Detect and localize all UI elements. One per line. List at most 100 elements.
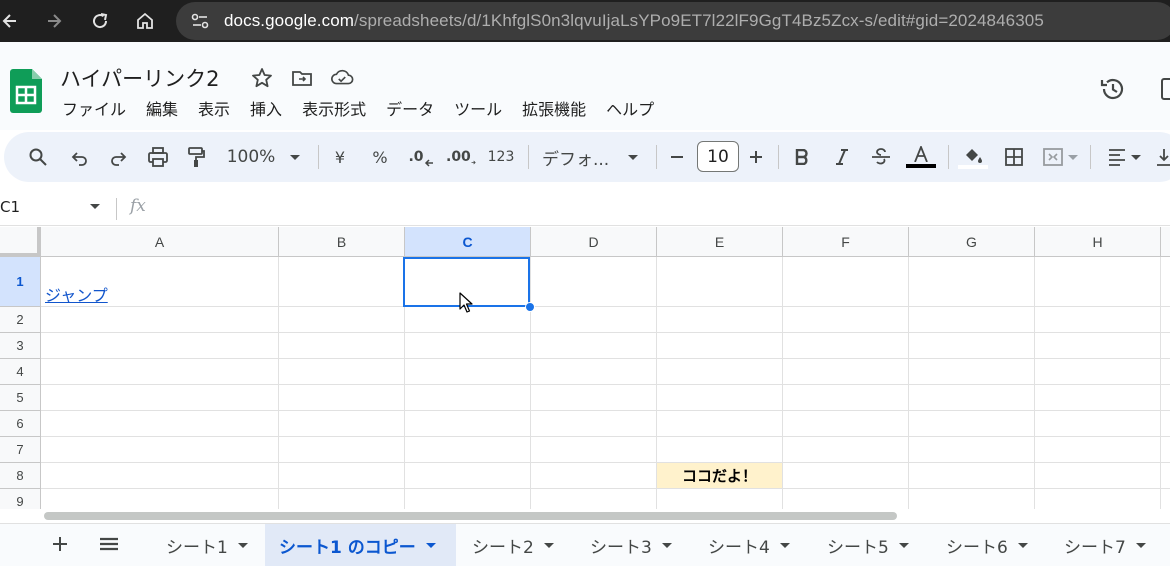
currency-format-button[interactable]: ¥ — [330, 132, 350, 182]
row-header-2[interactable]: 2 — [0, 307, 41, 333]
comments-icon[interactable] — [1160, 76, 1170, 102]
zoom-chevron-down-icon[interactable] — [288, 132, 302, 182]
star-icon[interactable] — [250, 66, 274, 90]
paint-format-icon[interactable] — [184, 132, 208, 182]
text-color-swatch — [906, 164, 936, 168]
merge-chevron-down-icon[interactable] — [1068, 154, 1078, 160]
more-formats-button[interactable]: 123 — [486, 132, 516, 182]
column-header-d[interactable]: D — [531, 227, 657, 257]
row-header-7[interactable]: 7 — [0, 437, 41, 463]
select-all-corner[interactable] — [0, 227, 41, 257]
sheet-tab-1[interactable]: シート1 — [152, 524, 262, 566]
percent-format-button[interactable]: % — [370, 132, 390, 182]
move-folder-icon[interactable] — [290, 66, 314, 90]
merge-cells-icon[interactable] — [1040, 132, 1080, 182]
row-header-8[interactable]: 8 — [0, 463, 41, 489]
menu-edit[interactable]: 編集 — [136, 94, 188, 122]
sheet-tab-active[interactable]: シート1 のコピー — [265, 524, 456, 566]
document-title[interactable]: ハイパーリンク2 — [60, 63, 220, 93]
name-box[interactable]: C1 — [0, 198, 20, 216]
name-box-chevron-down-icon[interactable] — [90, 204, 100, 209]
chevron-down-icon[interactable] — [898, 543, 909, 548]
align-chevron-down-icon[interactable] — [1131, 154, 1141, 160]
menu-file[interactable]: ファイル — [52, 94, 136, 122]
menu-extensions[interactable]: 拡張機能 — [512, 94, 596, 122]
reload-icon[interactable] — [82, 3, 118, 39]
redo-icon[interactable] — [106, 132, 130, 182]
font-family-select[interactable]: デフォ... — [542, 132, 618, 182]
column-header-f[interactable]: F — [783, 227, 909, 257]
column-header-h[interactable]: H — [1035, 227, 1161, 257]
sheet-tab-5[interactable]: シート5 — [813, 524, 923, 566]
cell-e8[interactable]: ココだよ！ — [657, 463, 782, 488]
font-size-input[interactable]: 10 — [697, 141, 739, 172]
row-header-5[interactable]: 5 — [0, 385, 41, 411]
chevron-down-icon[interactable] — [237, 543, 248, 548]
strikethrough-icon[interactable] — [870, 132, 892, 182]
menu-tools[interactable]: ツール — [444, 94, 512, 122]
font-chevron-down-icon[interactable] — [626, 132, 640, 182]
chevron-down-icon[interactable] — [425, 543, 436, 548]
scrollbar-thumb[interactable] — [44, 512, 897, 520]
site-info-icon[interactable] — [190, 11, 210, 31]
column-header-g[interactable]: G — [909, 227, 1035, 257]
increase-font-size-icon[interactable] — [747, 132, 765, 182]
sheet-tab-2[interactable]: シート2 — [458, 524, 568, 566]
sheets-logo-icon[interactable] — [10, 69, 42, 113]
menu-data[interactable]: データ — [376, 94, 444, 122]
search-menus-icon[interactable] — [26, 132, 50, 182]
horizontal-scrollbar[interactable] — [41, 509, 1170, 523]
cloud-saved-icon[interactable] — [330, 66, 354, 90]
italic-icon[interactable] — [832, 132, 852, 182]
sheet-tab-7[interactable]: シート7 — [1050, 524, 1160, 566]
row-header-6[interactable]: 6 — [0, 411, 41, 437]
fill-color-icon[interactable] — [958, 132, 988, 182]
menu-help[interactable]: ヘルプ — [596, 94, 664, 122]
grid-line — [530, 257, 531, 509]
column-header-c[interactable]: C — [405, 227, 531, 257]
menu-view[interactable]: 表示 — [188, 94, 240, 122]
forward-icon[interactable] — [36, 3, 72, 39]
chevron-down-icon[interactable] — [779, 543, 790, 548]
home-icon[interactable] — [127, 3, 163, 39]
fill-handle[interactable] — [525, 302, 535, 312]
vertical-align-icon[interactable] — [1154, 132, 1170, 182]
undo-icon[interactable] — [68, 132, 92, 182]
column-header-b[interactable]: B — [279, 227, 405, 257]
print-icon[interactable] — [146, 132, 170, 182]
sheet-tab-3[interactable]: シート3 — [576, 524, 686, 566]
row-header-9[interactable]: 9 — [0, 489, 41, 509]
decrease-decimal-button[interactable]: .0 — [408, 132, 434, 182]
row-header-3[interactable]: 3 — [0, 333, 41, 359]
bold-icon[interactable] — [792, 132, 812, 182]
all-sheets-menu-icon[interactable] — [98, 532, 122, 556]
chevron-down-icon[interactable] — [661, 543, 672, 548]
menu-insert[interactable]: 挿入 — [240, 94, 292, 122]
url-text: docs.google.com/spreadsheets/d/1KhfglS0n… — [224, 11, 1044, 31]
version-history-icon[interactable] — [1098, 74, 1128, 104]
increase-decimal-button[interactable]: .00 — [446, 132, 476, 182]
text-color-icon[interactable] — [906, 132, 936, 182]
chevron-down-icon[interactable] — [1135, 543, 1146, 548]
decrease-font-size-icon[interactable] — [668, 132, 686, 182]
address-bar[interactable]: docs.google.com/spreadsheets/d/1KhfglS0n… — [176, 2, 1170, 40]
cell-a1-hyperlink[interactable]: ジャンプ — [45, 282, 108, 306]
menu-format[interactable]: 表示形式 — [292, 94, 376, 122]
column-header-a[interactable]: A — [41, 227, 279, 257]
column-header-e[interactable]: E — [657, 227, 783, 257]
toolbar: 100% ¥ % .0 .00 123 デフォ... 10 — [4, 132, 1170, 182]
sheet-tab-label: シート1 — [166, 538, 228, 558]
column-header-next[interactable] — [1161, 227, 1170, 257]
row-header-1[interactable]: 1 — [0, 257, 41, 307]
back-icon[interactable] — [0, 3, 28, 39]
chevron-down-icon[interactable] — [543, 543, 554, 548]
chevron-down-icon[interactable] — [1017, 543, 1028, 548]
row-header-4[interactable]: 4 — [0, 359, 41, 385]
horizontal-align-icon[interactable] — [1104, 132, 1144, 182]
sheet-tab-6[interactable]: シート6 — [932, 524, 1042, 566]
add-sheet-icon[interactable] — [48, 532, 72, 556]
zoom-select[interactable]: 100% — [226, 132, 276, 182]
sheet-tab-4[interactable]: シート4 — [694, 524, 804, 566]
spreadsheet-grid[interactable]: A B C D E F G H 1 2 3 4 5 6 7 8 9 ジャンプ コ… — [0, 227, 1170, 509]
borders-icon[interactable] — [1002, 132, 1026, 182]
